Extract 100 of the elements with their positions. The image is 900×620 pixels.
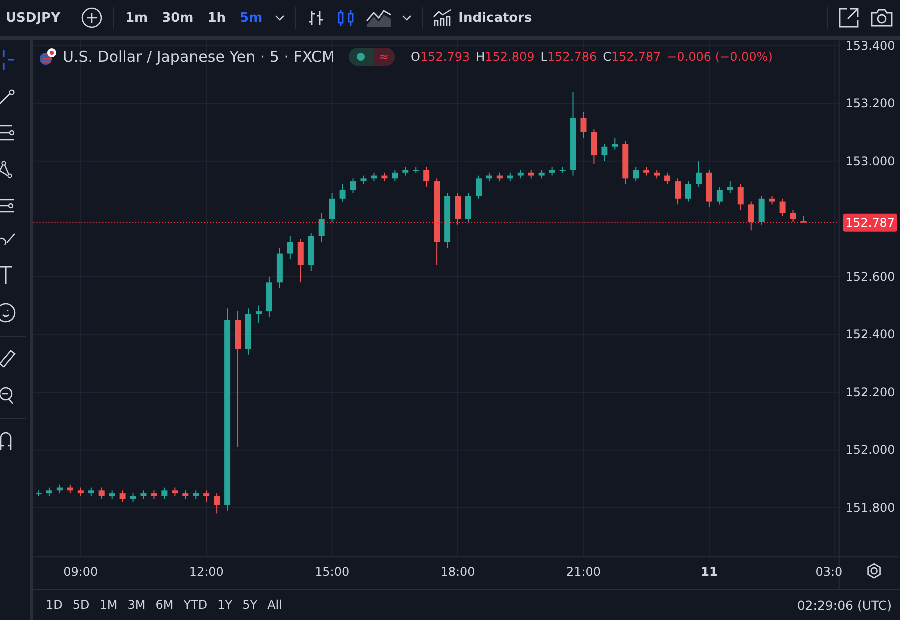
candlestick (140, 490, 147, 500)
candlestick (706, 170, 712, 208)
candlestick (182, 490, 189, 500)
price-label: 151.800 (846, 500, 896, 515)
candlestick (130, 493, 136, 503)
time-label: 11 (701, 565, 718, 580)
price-label: 152.600 (846, 270, 896, 284)
candlestick (612, 138, 618, 150)
camera-icon[interactable] (870, 8, 894, 28)
candlestick (748, 201, 754, 232)
zoom-icon[interactable] (0, 387, 14, 405)
market-status: ≈ (348, 48, 396, 66)
candlestick (214, 493, 220, 514)
price-label: 153.400 (846, 40, 896, 53)
time-label: 12:00 (189, 565, 224, 580)
candlestick (466, 192, 472, 222)
candlestick (276, 248, 283, 289)
candlestick (151, 490, 158, 500)
ohlc-value: L152.786 (540, 50, 598, 64)
candlestick (790, 210, 796, 222)
indicators-button[interactable]: Indicators (432, 9, 532, 27)
candlestick (591, 129, 598, 165)
candlestick (329, 192, 336, 222)
symbol-name[interactable]: USDJPY (6, 10, 60, 26)
time-label: 15:00 (315, 565, 350, 580)
candlestick (78, 487, 84, 497)
candlestick (172, 487, 178, 497)
range-button[interactable]: All (264, 598, 286, 612)
lines-icon[interactable] (0, 124, 16, 142)
interval-button[interactable]: 5m (238, 10, 265, 26)
candlestick (382, 172, 388, 182)
candlestick (256, 305, 262, 324)
candlestick (580, 112, 587, 139)
caret-icon[interactable] (402, 15, 412, 21)
candlestick (46, 487, 52, 497)
candlestick (287, 236, 294, 260)
time-label: 03:0 (816, 565, 843, 580)
candlestick (633, 166, 640, 182)
candlestick (56, 484, 63, 494)
candlestick (696, 160, 702, 188)
candlestick-icon[interactable] (336, 8, 356, 28)
candlestick (402, 166, 409, 176)
candlestick (496, 172, 503, 182)
candlestick (36, 490, 42, 497)
add-icon[interactable] (80, 7, 102, 29)
range-button[interactable]: 1D (43, 598, 66, 612)
candlestick (644, 166, 650, 176)
range-button[interactable]: 6M (152, 598, 177, 612)
symbol-title[interactable]: U.S. Dollar / Japanese Yen · 5 · FXCM (63, 48, 335, 66)
candlestick (193, 490, 200, 500)
price-label: 152.200 (846, 385, 896, 400)
candlestick (486, 172, 492, 182)
candlestick (413, 166, 420, 174)
candlestick (67, 484, 74, 494)
candlestick (476, 175, 482, 200)
candlestick (686, 181, 692, 202)
candlestick (360, 175, 367, 185)
candlestick (622, 140, 629, 185)
interval-button[interactable]: 1h (206, 10, 228, 26)
time-label: 09:00 (64, 565, 98, 580)
ohlc-value: O152.793 (411, 50, 470, 64)
candlestick (538, 170, 545, 180)
ruler-icon[interactable] (0, 350, 16, 368)
candlestick (549, 166, 556, 176)
range-button[interactable]: 1M (96, 598, 121, 612)
interval-button[interactable]: 30m (160, 10, 196, 26)
smiley-icon[interactable] (0, 303, 16, 323)
candlestick (528, 170, 534, 180)
time-label: 18:00 (440, 565, 476, 580)
range-button[interactable]: 3M (124, 598, 149, 612)
candlestick (664, 172, 671, 185)
candlestick (120, 490, 126, 503)
range-button[interactable]: YTD (180, 598, 211, 612)
brush-icon[interactable] (0, 233, 16, 247)
candlestick (758, 196, 765, 226)
price-label: 153.200 (846, 96, 896, 111)
range-button[interactable]: 5D (70, 598, 93, 612)
trend-line-icon[interactable] (0, 89, 16, 105)
node-shape-icon[interactable] (0, 161, 14, 179)
candlestick (318, 212, 325, 243)
sliders-icon[interactable] (0, 198, 16, 214)
settings-icon[interactable] (868, 563, 881, 579)
candlestick (507, 172, 514, 182)
text-icon[interactable] (0, 266, 12, 284)
candlestick (109, 490, 116, 500)
magnet-icon[interactable] (0, 432, 12, 450)
range-button[interactable]: 5Y (240, 598, 261, 612)
interval-button[interactable]: 1m (124, 10, 150, 26)
candlestick (518, 170, 524, 180)
area-chart-icon[interactable] (366, 9, 392, 27)
candlestick (298, 238, 304, 284)
flag-icon (39, 48, 57, 66)
caret-icon[interactable] (274, 15, 285, 21)
candlestick (716, 186, 723, 206)
ohlc-value: H 152.809 (476, 50, 535, 64)
candlestick (560, 166, 566, 174)
range-button[interactable]: 1Y (214, 598, 236, 612)
time-label: 21:00 (566, 565, 601, 580)
share-icon[interactable] (838, 7, 860, 29)
candlestick (98, 487, 105, 500)
